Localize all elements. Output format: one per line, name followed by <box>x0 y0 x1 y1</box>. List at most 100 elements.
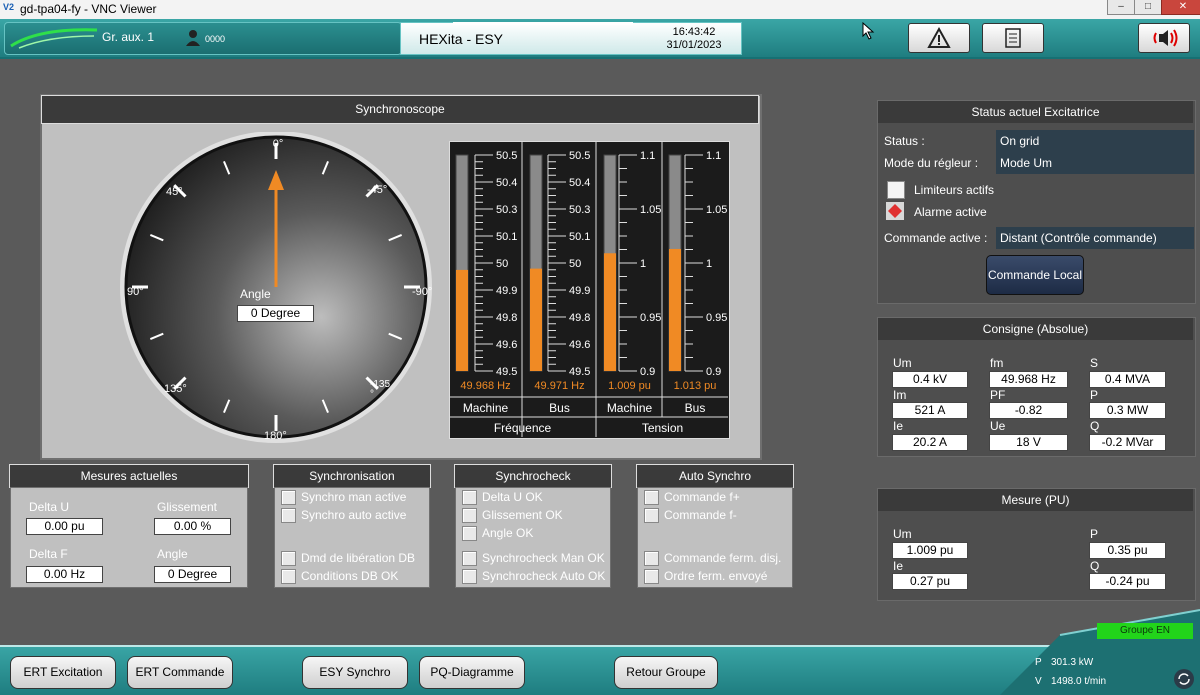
dial-label-neg135: -135 ° <box>370 379 391 400</box>
dmd-liberation-label: Dmd de libération DB <box>301 551 416 565</box>
angle-ok-label: Angle OK <box>482 526 534 540</box>
retour-groupe-button[interactable]: Retour Groupe <box>614 656 718 689</box>
close-button[interactable]: ✕ <box>1161 0 1200 15</box>
scale-tick-label: 49.8 <box>496 312 517 324</box>
groupe-status-badge: Groupe EN <box>1097 623 1193 639</box>
bus-volt-value: 1.013 pu <box>673 380 717 392</box>
footer-p-value: 301.3 kW <box>1051 657 1094 668</box>
dial-label-90: 90° <box>127 286 144 298</box>
header-title-area: HEXita - ESY 16:43:42 31/01/2023 <box>400 22 742 55</box>
header-highlight <box>453 22 633 25</box>
scale-tick-label: 50.1 <box>496 231 517 243</box>
consigne-ue-label: Ue <box>990 419 1006 433</box>
dial-label-135: 135° <box>164 383 187 395</box>
status-label: Status : <box>884 134 925 148</box>
consigne-q-value: -0.2 MVar <box>1089 434 1166 451</box>
consigne-pf-value: -0.82 <box>989 402 1068 419</box>
minimize-button[interactable]: – <box>1107 0 1135 15</box>
mesure-ie-label: Ie <box>893 559 904 573</box>
dial-label-180: 180° <box>264 430 287 442</box>
commande-ferm-label: Commande ferm. disj. <box>664 551 782 565</box>
consigne-p-label: P <box>1090 388 1099 402</box>
mesure-um-label: Um <box>893 527 912 541</box>
alarm-diamond-icon <box>886 202 904 220</box>
synchrocheck-auto-label: Synchrocheck Auto OK <box>482 569 606 583</box>
scale-tick-label: 0.95 <box>706 312 727 324</box>
clock-date: 31/01/2023 <box>666 39 722 51</box>
scale-tick-label: 50.3 <box>569 204 590 216</box>
scale-tick-label: 49.8 <box>569 312 590 324</box>
list-icon <box>1005 28 1021 48</box>
synchro-man-checkbox <box>281 490 296 505</box>
consigne-s-value: 0.4 MVA <box>1089 371 1166 388</box>
delta-u-value: 0.00 pu <box>26 518 103 535</box>
vnc-title-bar: V2 gd-tpa04-fy - VNC Viewer – □ ✕ <box>0 0 1200 20</box>
alarm-button[interactable] <box>908 23 970 53</box>
bus-freq-label: Bus <box>549 401 570 415</box>
delta-u-label: Delta U <box>29 500 70 514</box>
pq-diagramme-button[interactable]: PQ-Diagramme <box>419 656 525 689</box>
mesure-p-label: P <box>1090 527 1099 541</box>
scale-tick-label: 50.5 <box>569 150 590 162</box>
consigne-ue-value: 18 V <box>989 434 1068 451</box>
machine-freq-value: 49.968 Hz <box>460 380 511 392</box>
warning-icon <box>927 26 951 48</box>
angle-ok-checkbox <box>462 526 477 541</box>
glissement-label: Glissement <box>157 500 218 514</box>
scale-tick-label: 0.9 <box>706 366 721 378</box>
header-group-area: Gr. aux. 1 0000 <box>4 22 402 55</box>
scale-tick-label: 0.95 <box>640 312 661 324</box>
status-title: Status actuel Excitatrice <box>878 101 1193 123</box>
machine-volt-value: 1.009 pu <box>608 380 651 392</box>
conditions-db-label: Conditions DB OK <box>301 569 399 583</box>
refresh-icon[interactable] <box>1173 668 1195 690</box>
commande-label: Commande active : <box>884 231 988 245</box>
synchrocheck-auto-checkbox <box>462 569 477 584</box>
consigne-fm-label: fm <box>990 356 1004 370</box>
window-title: gd-tpa04-fy - VNC Viewer <box>20 2 157 16</box>
horn-button[interactable] <box>1138 23 1190 53</box>
status-value: On grid <box>996 130 1194 152</box>
synchroscope-title: Synchronoscope <box>41 95 759 124</box>
machine-freq-bar <box>456 269 468 371</box>
scale-tick-label: 50.4 <box>569 177 590 189</box>
commande-local-button[interactable]: Commande Local <box>986 255 1084 295</box>
dial-label-0: 0° <box>272 138 284 150</box>
maximize-button[interactable]: □ <box>1134 0 1162 15</box>
synchrocheck-title: Synchrocheck <box>454 464 612 488</box>
angle-value: 0 Degree <box>237 305 314 322</box>
consigne-ie-label: Ie <box>893 419 904 433</box>
scale-tick-label: 1.05 <box>640 204 661 216</box>
consigne-um-label: Um <box>893 356 912 370</box>
event-list-button[interactable] <box>982 23 1044 53</box>
ert-excitation-button[interactable]: ERT Excitation <box>10 656 116 689</box>
consigne-um-value: 0.4 kV <box>892 371 968 388</box>
scale-tick-label: 1.05 <box>706 204 727 216</box>
group-label: Gr. aux. 1 <box>102 30 155 44</box>
scale-tick-label: 1 <box>640 258 646 270</box>
consigne-q-label: Q <box>1090 419 1100 433</box>
mouse-cursor-icon <box>862 22 875 40</box>
consigne-title: Consigne (Absolue) <box>878 318 1193 340</box>
synchroscope-dial <box>120 132 432 443</box>
commande-fplus-checkbox <box>644 490 659 505</box>
ert-commande-button[interactable]: ERT Commande <box>127 656 233 689</box>
dial-label-neg45: -45° <box>367 184 388 196</box>
scale-tick-label: 50 <box>569 258 581 270</box>
mesure-um-value: 1.009 pu <box>892 542 968 559</box>
user-code: 0000 <box>205 34 226 44</box>
angle-label: Angle <box>240 287 271 301</box>
bar-scales: 50.5 50.4 50.3 50.1 50 49.9 49.8 49.6 49.5 50.5 50… <box>474 150 727 378</box>
scale-tick-label: 0.9 <box>640 366 655 378</box>
app-title: HEXita - ESY <box>418 31 504 47</box>
glissement-ok-label: Glissement OK <box>482 508 563 522</box>
scale-tick-label: 49.5 <box>569 366 590 378</box>
mesure-q-value: -0.24 pu <box>1089 573 1166 590</box>
mesure-angle-label: Angle <box>157 547 188 561</box>
commande-fplus-label: Commande f+ <box>664 490 740 504</box>
consigne-s-label: S <box>1090 356 1099 370</box>
scale-tick-label: 49.5 <box>496 366 517 378</box>
scale-tick-label: 50 <box>496 258 508 270</box>
ordre-ferm-checkbox <box>644 569 659 584</box>
esy-synchro-button[interactable]: ESY Synchro <box>302 656 408 689</box>
